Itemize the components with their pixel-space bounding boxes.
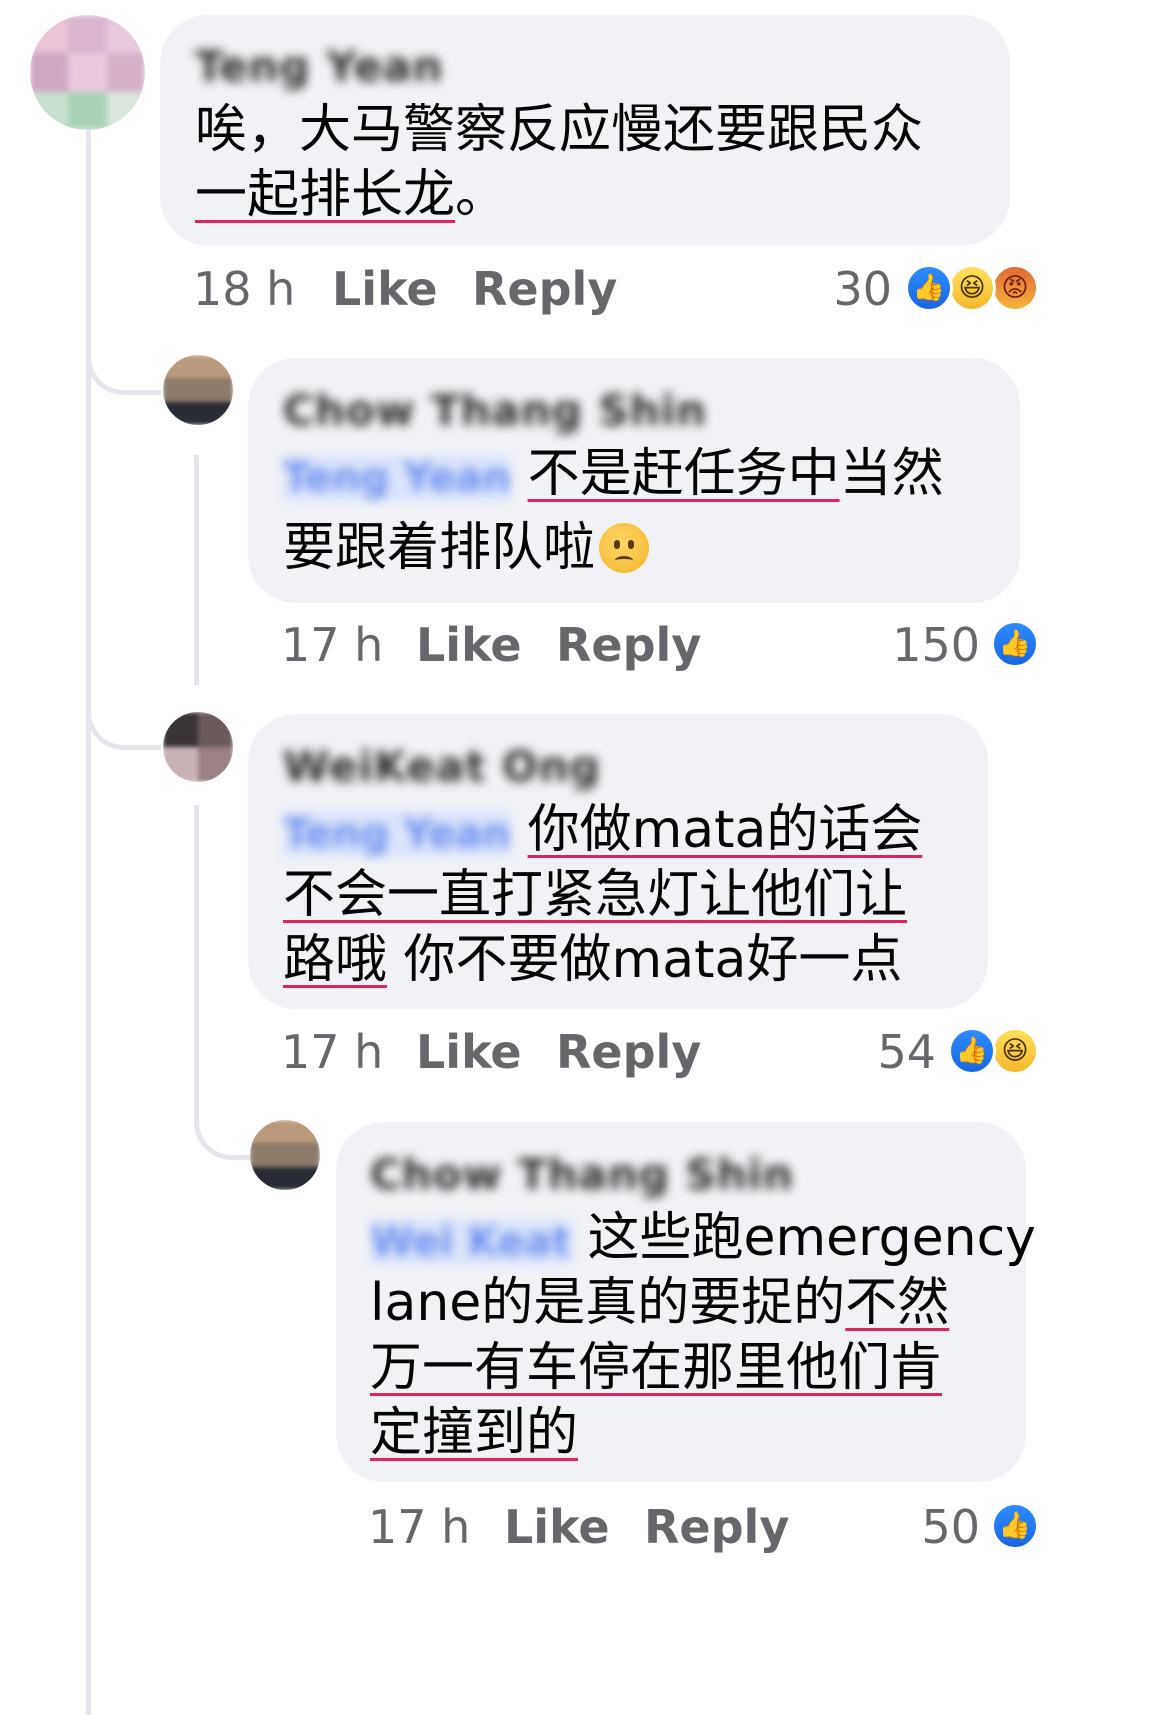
avatar[interactable]: [30, 15, 145, 130]
comment-text-line: Teng Yean 不是赶任务中当然: [283, 444, 944, 504]
reaction-count[interactable]: 50: [880, 1500, 980, 1554]
comment-text-line: 一起排长龙。: [195, 165, 508, 225]
comment-author[interactable]: Chow Thang Shin: [283, 386, 707, 435]
comment-text-line: 要跟着排队啦: [283, 518, 650, 578]
like-icon: 👍: [905, 264, 953, 312]
worried-face-icon: [599, 523, 650, 573]
comment-text-line: 万一有车停在那里他们肯: [370, 1338, 943, 1398]
thread-connector-1: [86, 345, 161, 395]
reaction-count[interactable]: 150: [860, 618, 980, 672]
reply-button[interactable]: Reply: [472, 262, 617, 316]
comment-time[interactable]: 18 h: [193, 262, 295, 316]
avatar[interactable]: [250, 1120, 320, 1190]
comment-text-line: lane的是真的要捉的不然: [370, 1273, 950, 1333]
avatar[interactable]: [163, 355, 233, 425]
avatar[interactable]: [163, 712, 233, 782]
reply-button[interactable]: Reply: [644, 1500, 789, 1554]
comment-time[interactable]: 17 h: [368, 1500, 470, 1554]
thread-line-reply-1: [194, 455, 199, 685]
mention-tag[interactable]: Teng Yean: [283, 455, 512, 501]
comment-time[interactable]: 17 h: [281, 618, 383, 672]
thread-connector-2: [86, 700, 161, 750]
reply-button[interactable]: Reply: [556, 618, 701, 672]
like-button[interactable]: Like: [416, 618, 522, 672]
like-button[interactable]: Like: [416, 1025, 522, 1079]
comment-author[interactable]: WeiKeat Ong: [283, 742, 601, 791]
like-icon: 👍: [991, 1502, 1039, 1550]
comment-text-line: Wei Keat 这些跑emergency: [370, 1208, 1036, 1268]
like-button[interactable]: Like: [504, 1500, 610, 1554]
reply-button[interactable]: Reply: [556, 1025, 701, 1079]
comment-author[interactable]: Teng Yean: [195, 42, 443, 91]
comment-text-line: Teng Yean 你做mata的话会: [283, 800, 923, 860]
thread-line-reply-2: [194, 805, 199, 1080]
like-icon: 👍: [991, 620, 1039, 668]
reaction-count[interactable]: 54: [830, 1025, 936, 1079]
reaction-count[interactable]: 30: [790, 262, 892, 316]
mention-tag[interactable]: Wei Keat: [370, 1219, 571, 1265]
comment-text-line: 定撞到的: [370, 1403, 579, 1463]
angry-icon: 😡: [991, 264, 1039, 312]
mention-tag[interactable]: Teng Yean: [283, 811, 512, 857]
comment-text-line: 唉，大马警察反应慢还要跟民众: [195, 100, 924, 160]
comment-time[interactable]: 17 h: [281, 1025, 383, 1079]
like-icon: 👍: [948, 1027, 996, 1075]
haha-icon: 😆: [948, 264, 996, 312]
haha-icon: 😆: [991, 1027, 1039, 1075]
comment-text-line: 不会一直打紧急灯让他们让: [283, 865, 908, 925]
comment-text-line: 路哦 你不要做mata好一点: [283, 930, 903, 990]
like-button[interactable]: Like: [332, 262, 438, 316]
comment-author[interactable]: Chow Thang Shin: [370, 1150, 794, 1199]
